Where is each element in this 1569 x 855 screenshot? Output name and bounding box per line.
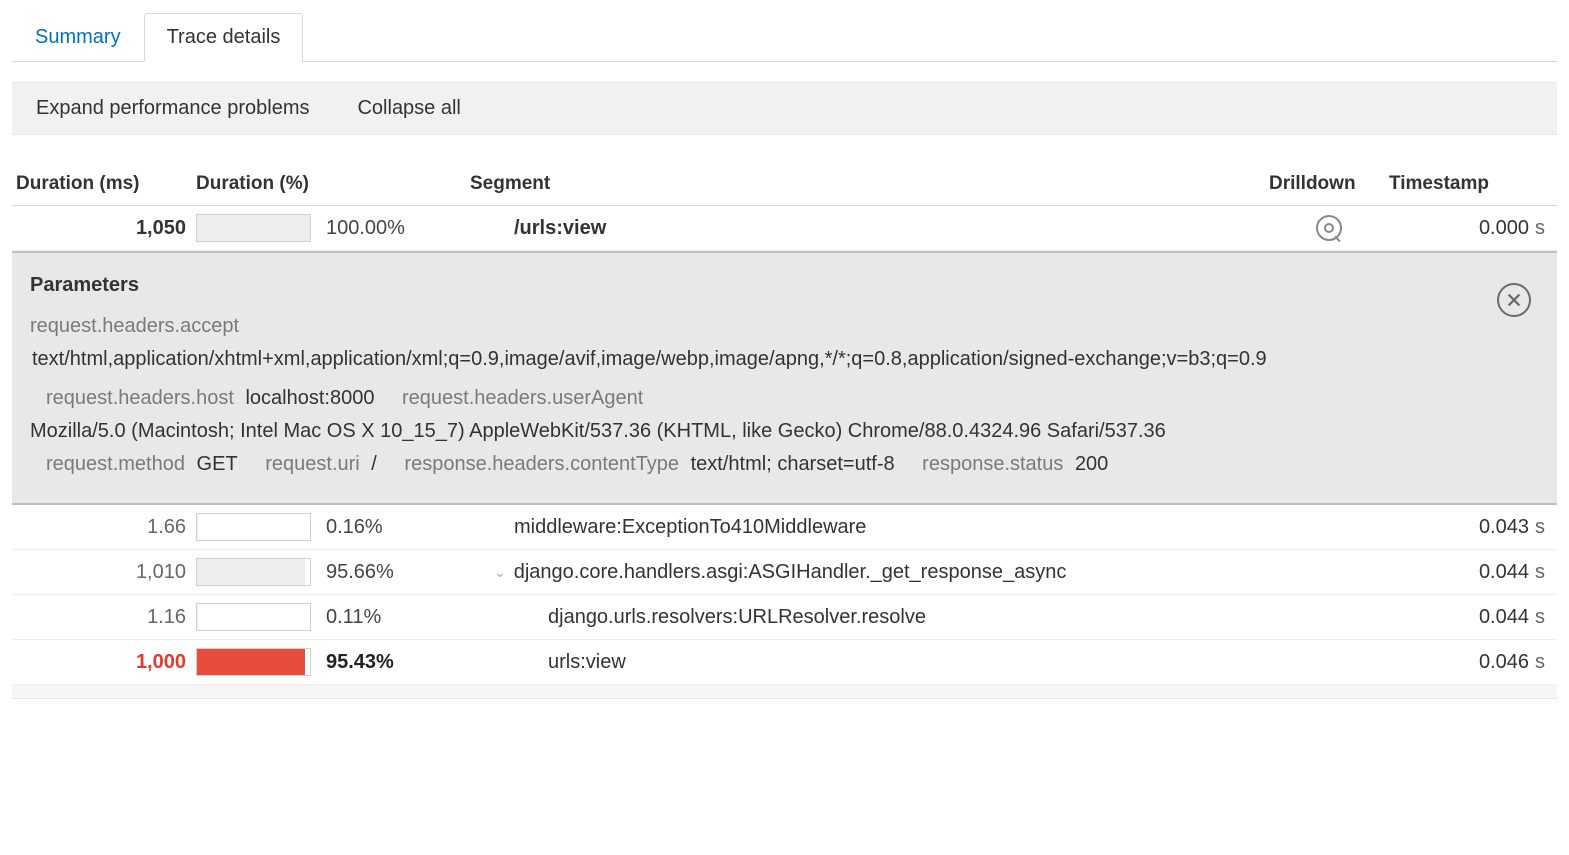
param-key: response.headers.contentType [404,453,679,475]
param-value: 200 [1075,453,1108,475]
timestamp: 0.046 [1389,651,1529,674]
duration-bar [196,513,311,541]
segment-name: /urls:view [466,217,1269,240]
duration-pct: 0.16% [316,516,466,539]
timestamp: 0.043 [1389,516,1529,539]
col-drilldown: Drilldown [1269,173,1389,195]
param-value: text/html,application/xhtml+xml,applicat… [32,343,1539,376]
col-segment: Segment [466,173,1269,195]
timestamp-unit: s [1529,606,1553,629]
param-value: localhost:8000 [245,387,374,409]
table-header: Duration (ms) Duration (%) Segment Drill… [12,167,1557,206]
timestamp: 0.044 [1389,561,1529,584]
param-key: response.status [922,453,1063,475]
duration-ms: 1,000 [16,651,196,674]
duration-pct: 95.43% [316,651,466,674]
duration-pct: 0.11% [316,606,466,629]
close-icon[interactable] [1497,283,1531,317]
segment-name: ⌄django.core.handlers.asgi:ASGIHandler._… [466,561,1269,584]
table-row[interactable]: 1,010 95.66% ⌄django.core.handlers.asgi:… [12,550,1557,595]
timestamp-unit: s [1529,561,1553,584]
param-value: text/html; charset=utf-8 [691,453,895,475]
col-timestamp: Timestamp [1389,173,1529,195]
param-key: request.headers.userAgent [402,387,643,409]
parameters-title: Parameters [30,269,1539,302]
tabs: Summary Trace details [12,12,1557,62]
trace-table: Duration (ms) Duration (%) Segment Drill… [12,167,1557,699]
timestamp-unit: s [1529,651,1553,674]
duration-pct: 100.00% [316,217,466,240]
drilldown-icon[interactable] [1316,215,1342,241]
duration-bar [196,214,311,242]
table-row[interactable]: 1,050 100.00% /urls:view 0.000 s [12,206,1557,251]
duration-ms: 1.16 [16,606,196,629]
bar-fill [197,215,310,241]
param-key: request.headers.host [46,387,234,409]
duration-ms: 1.66 [16,516,196,539]
duration-ms: 1,050 [16,217,196,240]
param-value: GET [197,453,238,475]
duration-pct: 95.66% [316,561,466,584]
timestamp: 0.044 [1389,606,1529,629]
param-value: / [371,453,377,475]
collapse-all-button[interactable]: Collapse all [333,83,484,134]
duration-ms: 1,010 [16,561,196,584]
segment-name: urls:view [466,651,1269,674]
segment-name: django.urls.resolvers:URLResolver.resolv… [466,606,1269,629]
tab-trace-details[interactable]: Trace details [144,13,304,62]
duration-bar [196,558,311,586]
tab-summary[interactable]: Summary [12,13,144,62]
param-key: request.method [46,453,185,475]
bar-fill [197,559,305,585]
bar-fill [197,649,305,675]
timestamp-unit: s [1529,516,1553,539]
chevron-down-icon[interactable]: ⌄ [494,564,506,581]
table-row[interactable]: 1.16 0.11% django.urls.resolvers:URLReso… [12,595,1557,640]
param-key: request.uri [265,453,360,475]
drilldown-cell [1269,215,1389,241]
table-row[interactable]: 1.66 0.16% middleware:ExceptionTo410Midd… [12,505,1557,550]
param-key: request.headers.accept [30,310,1539,343]
toolbar: Expand performance problems Collapse all [12,82,1557,135]
timestamp: 0.000 [1389,217,1529,240]
param-value: Mozilla/5.0 (Macintosh; Intel Mac OS X 1… [30,420,1166,442]
spacer-row [12,685,1557,699]
segment-name: middleware:ExceptionTo410Middleware [466,516,1269,539]
parameters-panel: Parameters request.headers.accept text/h… [12,251,1557,505]
expand-problems-button[interactable]: Expand performance problems [12,83,333,134]
duration-bar [196,648,311,676]
duration-bar [196,603,311,631]
timestamp-unit: s [1529,217,1553,240]
table-row[interactable]: 1,000 95.43% urls:view 0.046 s [12,640,1557,685]
col-duration-pct: Duration (%) [196,173,466,195]
col-duration-ms: Duration (ms) [16,173,196,195]
